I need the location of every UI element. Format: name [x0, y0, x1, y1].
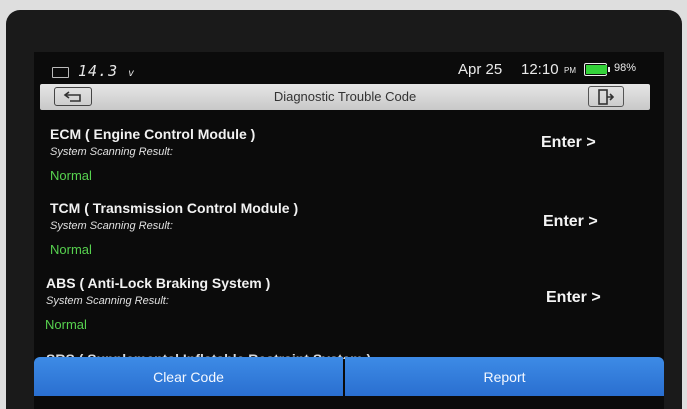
module-tcm[interactable]: TCM ( Transmission Control Module ) Syst…: [34, 200, 664, 270]
action-bar: Clear Code Report: [34, 357, 664, 396]
exit-button[interactable]: [588, 86, 624, 107]
module-ecm[interactable]: ECM ( Engine Control Module ) System Sca…: [34, 126, 664, 196]
status-bar: 14.3 v Apr 25 12:10 PM 98%: [34, 52, 664, 84]
status-time: 12:10: [521, 61, 559, 78]
clear-code-button[interactable]: Clear Code: [34, 357, 343, 396]
result-label: System Scanning Result:: [50, 220, 173, 232]
status-ampm: PM: [564, 66, 576, 75]
report-button[interactable]: Report: [345, 357, 664, 396]
module-name: TCM ( Transmission Control Module ): [50, 200, 299, 216]
enter-button[interactable]: Enter >: [541, 134, 596, 152]
device-screen: 14.3 v Apr 25 12:10 PM 98% Diagnostic Tr…: [34, 52, 664, 409]
title-bar: Diagnostic Trouble Code: [40, 84, 650, 110]
battery-percent: 98%: [614, 62, 637, 74]
voltage-readout: 14.3 v: [78, 62, 135, 80]
car-battery-icon: [52, 67, 69, 78]
voltage-unit: v: [128, 68, 136, 79]
module-abs[interactable]: ABS ( Anti-Lock Braking System ) System …: [34, 275, 664, 345]
result-value: Normal: [45, 317, 87, 332]
module-name: ABS ( Anti-Lock Braking System ): [46, 275, 271, 291]
exit-door-icon: [598, 88, 615, 105]
voltage-value: 14.3: [78, 62, 119, 80]
status-date: Apr 25: [458, 61, 503, 78]
battery-level-icon: [584, 63, 610, 76]
enter-button[interactable]: Enter >: [546, 289, 601, 307]
enter-button[interactable]: Enter >: [543, 213, 598, 231]
module-name: ECM ( Engine Control Module ): [50, 126, 256, 142]
result-value: Normal: [50, 168, 92, 183]
result-label: System Scanning Result:: [50, 146, 173, 158]
result-value: Normal: [50, 242, 92, 257]
page-title: Diagnostic Trouble Code: [273, 89, 417, 104]
battery-fill: [586, 65, 607, 74]
result-label: System Scanning Result:: [46, 295, 169, 307]
